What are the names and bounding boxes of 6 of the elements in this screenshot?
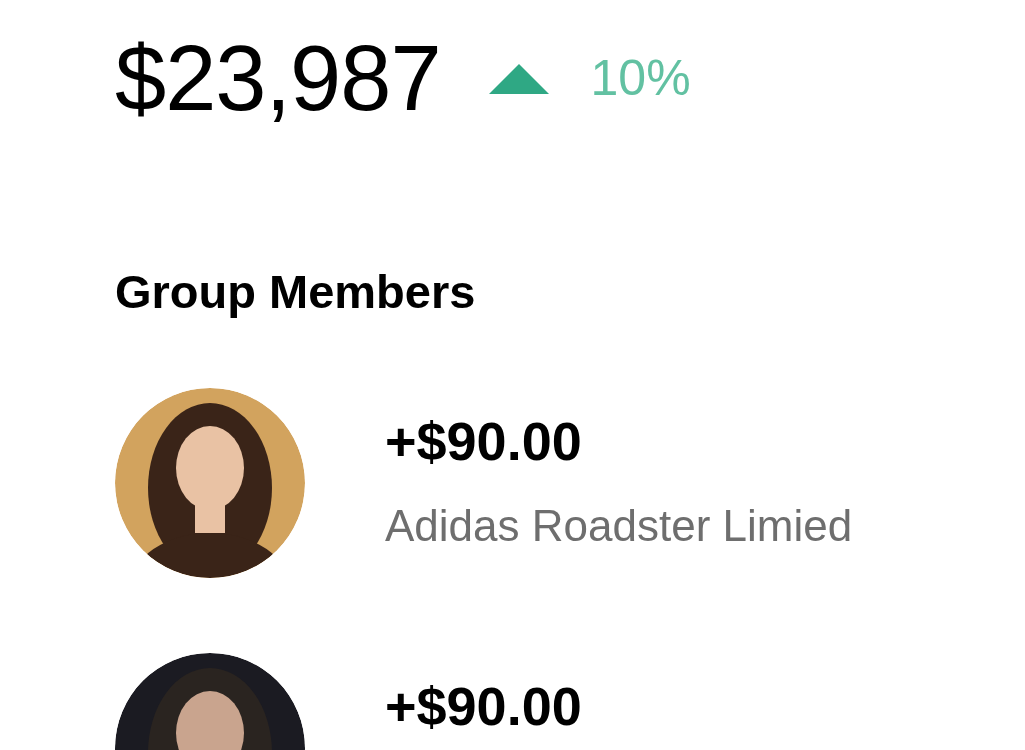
member-name: Adidas Roadster Limied [385,500,853,553]
section-title: Group Members [115,264,477,321]
change-percent: 10% [590,49,691,109]
total-amount: $23,987 [115,28,441,130]
member-amount: +$90.00 [385,411,583,472]
member-amount: +$90.00 [385,676,582,737]
